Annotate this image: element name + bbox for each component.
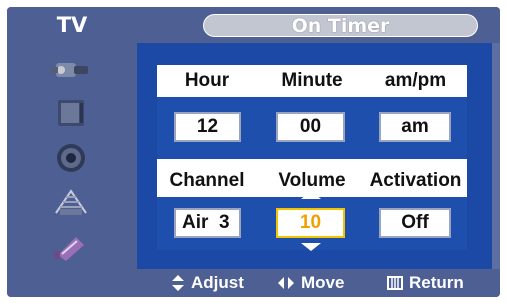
return-label: Return — [409, 273, 464, 292]
move-label: Move — [301, 273, 345, 292]
menu-sidebar — [7, 43, 137, 269]
hour-field[interactable]: 12 — [174, 112, 241, 142]
settings-values-row: Air 3 10 Off — [157, 191, 467, 251]
minute-header: Minute — [281, 70, 343, 91]
input-plug-icon[interactable] — [42, 51, 100, 89]
move-hint: Move — [277, 269, 344, 297]
menu-button-icon — [387, 276, 403, 290]
left-right-arrows-icon — [277, 276, 295, 290]
activation-field[interactable]: Off — [379, 208, 451, 238]
adjust-label: Adjust — [191, 273, 244, 292]
picture-screen-icon[interactable] — [42, 95, 100, 133]
ampm-header: am/pm — [384, 70, 447, 91]
menu-section-label: TV — [56, 13, 88, 37]
activation-header: Activation — [369, 170, 462, 191]
help-bar: Adjust Move Return — [7, 269, 500, 297]
channel-header: Channel — [169, 170, 245, 191]
volume-field[interactable]: 10 — [276, 208, 345, 238]
minute-field[interactable]: 00 — [276, 112, 345, 142]
top-bar: TV On Timer — [7, 7, 500, 43]
setup-connector-icon[interactable] — [42, 227, 100, 265]
volume-up-arrow-icon[interactable] — [301, 191, 321, 199]
screen-title: On Timer — [203, 14, 478, 37]
on-timer-panel: Hour Minute am/pm 12 00 am Channel Volum… — [137, 43, 492, 269]
channel-antenna-icon[interactable] — [42, 183, 100, 221]
time-headers-row: Hour Minute am/pm — [157, 65, 467, 97]
return-hint: Return — [387, 269, 464, 297]
time-values-row: 12 00 am — [157, 97, 467, 159]
hour-header: Hour — [184, 70, 230, 91]
adjust-hint: Adjust — [171, 269, 244, 297]
sound-speaker-icon[interactable] — [42, 139, 100, 177]
channel-field[interactable]: Air 3 — [174, 208, 241, 238]
volume-down-arrow-icon[interactable] — [301, 243, 321, 251]
on-timer-osd: TV On Timer Hour Minute am/pm 12 00 am C… — [7, 7, 500, 297]
timer-settings-box: Hour Minute am/pm 12 00 am Channel Volum… — [157, 65, 467, 251]
up-down-arrows-icon — [171, 274, 185, 292]
ampm-field[interactable]: am — [379, 112, 451, 142]
